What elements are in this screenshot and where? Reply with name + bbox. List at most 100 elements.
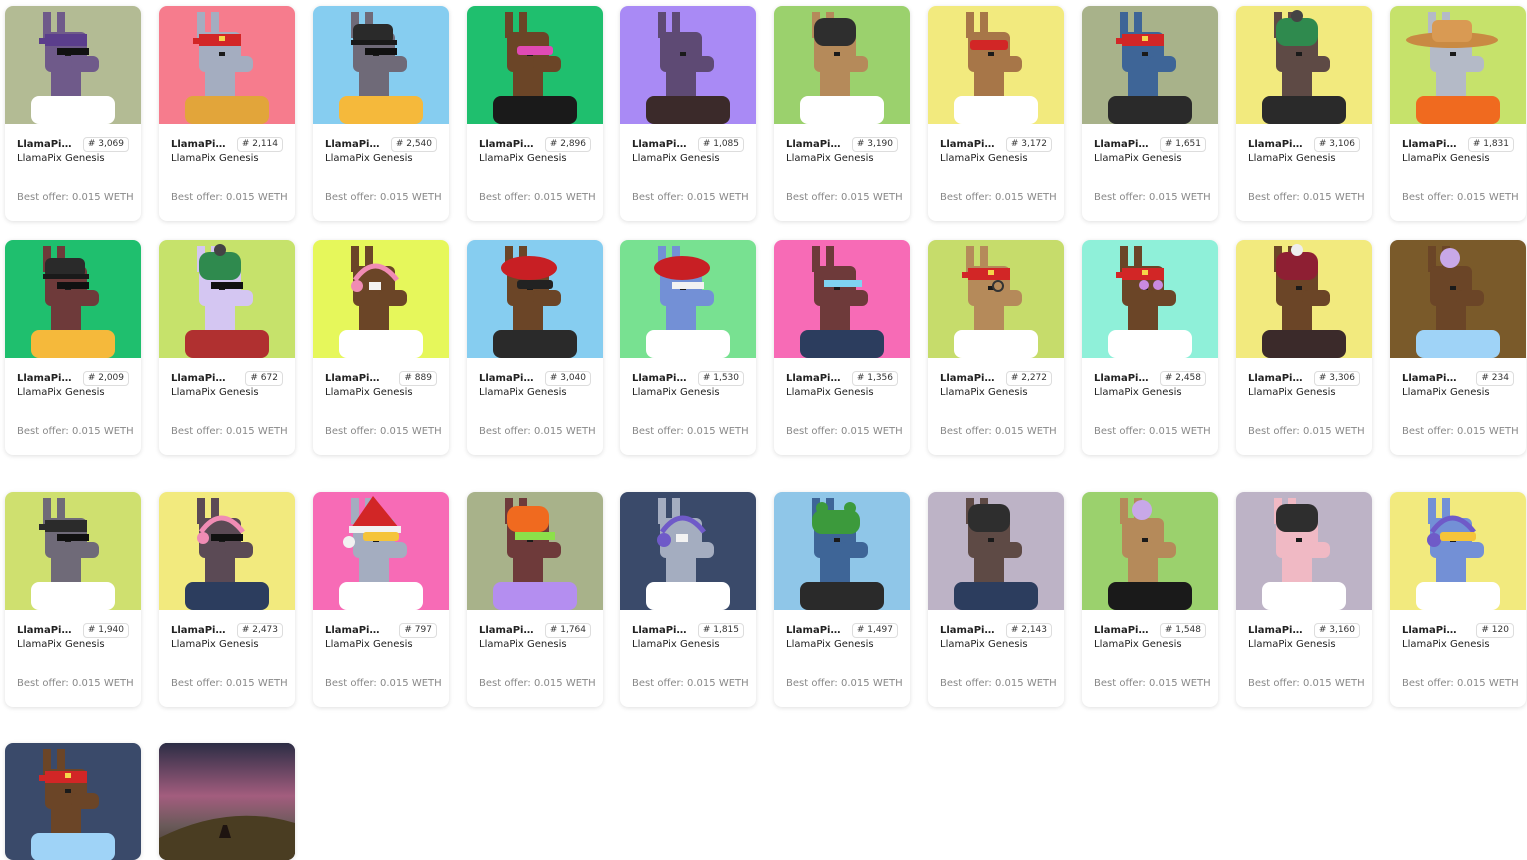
nft-card[interactable]: LlamaPix #1085 # 1,085 LlamaPix Genesis …: [620, 6, 756, 221]
nft-image[interactable]: [774, 492, 910, 610]
best-offer-value: 0.015: [225, 192, 255, 203]
nft-image[interactable]: [5, 6, 141, 124]
nft-image[interactable]: [1236, 492, 1372, 610]
nft-info: LlamaPix #3106 # 3,106 LlamaPix Genesis …: [1236, 136, 1372, 203]
nft-image[interactable]: [467, 240, 603, 358]
nft-image[interactable]: [620, 6, 756, 124]
nft-card[interactable]: LlamaPix #3160 # 3,160 LlamaPix Genesis …: [1236, 492, 1372, 707]
nft-card[interactable]: LlamaPix #2272 # 2,272 LlamaPix Genesis …: [928, 240, 1064, 455]
nft-card[interactable]: LlamaPix #1497 # 1,497 LlamaPix Genesis …: [774, 492, 910, 707]
nft-card[interactable]: LlamaPix #1651 # 1,651 LlamaPix Genesis …: [1082, 6, 1218, 221]
nft-card[interactable]: LlamaPix #1356 # 1,356 LlamaPix Genesis …: [774, 240, 910, 455]
nft-image[interactable]: [5, 492, 141, 610]
nft-name: LlamaPix #2114: [171, 138, 229, 150]
llama-artwork: [185, 12, 269, 124]
nft-card[interactable]: LlamaPix #2540 # 2,540 LlamaPix Genesis …: [313, 6, 449, 221]
nft-name: LlamaPix #2540: [325, 138, 383, 150]
best-offer-value: 0.015: [71, 192, 101, 203]
nft-image[interactable]: [1236, 6, 1372, 124]
nft-card[interactable]: LlamaPix #2114 # 2,114 LlamaPix Genesis …: [159, 6, 295, 221]
nft-image[interactable]: [313, 492, 449, 610]
nft-image[interactable]: [1390, 240, 1526, 358]
nft-card[interactable]: LlamaPix #2896 # 2,896 LlamaPix Genesis …: [467, 6, 603, 221]
nft-info: LlamaPix #1651 # 1,651 LlamaPix Genesis …: [1082, 136, 1218, 203]
nft-card[interactable]: LlamaPix #3040 # 3,040 LlamaPix Genesis …: [467, 240, 603, 455]
nft-image[interactable]: [159, 743, 295, 860]
best-offer-value: 0.015: [994, 678, 1024, 689]
nft-card[interactable]: LlamaPix #1831 # 1,831 LlamaPix Genesis …: [1390, 6, 1526, 221]
nft-card[interactable]: LlamaPix #672 # 672 LlamaPix Genesis Bes…: [159, 240, 295, 455]
currency: WETH: [1334, 678, 1365, 689]
nft-image[interactable]: [467, 492, 603, 610]
best-offer: Best offer: 0.015 WETH: [786, 426, 903, 437]
nft-image[interactable]: [1390, 6, 1526, 124]
nft-name: LlamaPix #2473: [171, 624, 229, 636]
nft-image[interactable]: [774, 240, 910, 358]
nft-image[interactable]: [1236, 240, 1372, 358]
nft-name: LlamaPix #3106: [1248, 138, 1306, 150]
best-offer: Best offer: 0.015 WETH: [940, 678, 1057, 689]
nft-image[interactable]: [159, 492, 295, 610]
nft-image[interactable]: [313, 240, 449, 358]
nft-card[interactable]: LlamaPix #1940 # 1,940 LlamaPix Genesis …: [5, 492, 141, 707]
nft-card[interactable]: LlamaPix #3172 # 3,172 LlamaPix Genesis …: [928, 6, 1064, 221]
nft-card[interactable]: LlamaPix #2458 # 2,458 LlamaPix Genesis …: [1082, 240, 1218, 455]
nft-card[interactable]: LlamaPix #1815 # 1,815 LlamaPix Genesis …: [620, 492, 756, 707]
nft-image[interactable]: [928, 240, 1064, 358]
nft-card[interactable]: LlamaPix #2009 # 2,009 LlamaPix Genesis …: [5, 240, 141, 455]
nft-image[interactable]: [774, 6, 910, 124]
token-number-badge: # 672: [245, 370, 283, 386]
nft-name: LlamaPix #2458: [1094, 372, 1152, 384]
llama-artwork: [954, 246, 1038, 358]
nft-image[interactable]: [1390, 492, 1526, 610]
nft-name: LlamaPix #1764: [479, 624, 537, 636]
nft-card[interactable]: LlamaPix #234 # 234 LlamaPix Genesis Bes…: [1390, 240, 1526, 455]
nft-card[interactable]: LlamaPix #1548 # 1,548 LlamaPix Genesis …: [1082, 492, 1218, 707]
nft-image[interactable]: [620, 240, 756, 358]
token-number-badge: # 2,009: [82, 370, 129, 386]
nft-card[interactable]: LlamaPix #797 # 797 LlamaPix Genesis Bes…: [313, 492, 449, 707]
nft-image[interactable]: [928, 6, 1064, 124]
nft-image[interactable]: [1082, 240, 1218, 358]
nft-card[interactable]: LlamaPix #2143 # 2,143 LlamaPix Genesis …: [928, 492, 1064, 707]
nft-image[interactable]: [620, 492, 756, 610]
nft-card[interactable]: LlamaPix #120 # 120 LlamaPix Genesis Bes…: [1390, 492, 1526, 707]
nft-image[interactable]: [159, 240, 295, 358]
best-offer: Best offer: 0.015 WETH: [1094, 426, 1211, 437]
nft-card[interactable]: LlamaPix #1530 # 1,530 LlamaPix Genesis …: [620, 240, 756, 455]
nft-name: LlamaPix #672: [171, 372, 229, 384]
currency: WETH: [103, 192, 134, 203]
best-offer-label: Best offer:: [171, 426, 223, 437]
nft-card[interactable]: LlamaPix #889 # 889 LlamaPix Genesis Bes…: [313, 240, 449, 455]
nft-card[interactable]: LlamaPix #3069 # 3,069 LlamaPix Genesis …: [5, 6, 141, 221]
token-number-badge: # 797: [399, 622, 437, 638]
nft-image[interactable]: [928, 492, 1064, 610]
token-number-badge: # 1,815: [697, 622, 744, 638]
nft-image[interactable]: [313, 6, 449, 124]
nft-card[interactable]: LlamaPix #3106 # 3,106 LlamaPix Genesis …: [1236, 6, 1372, 221]
nft-card[interactable]: Best offer: WETH: [5, 743, 141, 860]
nft-grid: LlamaPix #3069 # 3,069 LlamaPix Genesis …: [0, 0, 1527, 860]
nft-image[interactable]: [467, 6, 603, 124]
nft-image[interactable]: [1082, 6, 1218, 124]
nft-info: LlamaPix #1764 # 1,764 LlamaPix Genesis …: [467, 622, 603, 689]
nft-image[interactable]: [5, 743, 141, 860]
nft-info: LlamaPix #3306 # 3,306 LlamaPix Genesis …: [1236, 370, 1372, 437]
nft-image[interactable]: [1082, 492, 1218, 610]
collection-name: LlamaPix Genesis: [171, 387, 259, 398]
nft-image[interactable]: [5, 240, 141, 358]
nft-card[interactable]: LlamaPix #3190 # 3,190 LlamaPix Genesis …: [774, 6, 910, 221]
nft-info: LlamaPix #3069 # 3,069 LlamaPix Genesis …: [5, 136, 141, 203]
collection-name: LlamaPix Genesis: [1248, 639, 1336, 650]
nft-card[interactable]: Best offer: WETH: [159, 743, 295, 860]
nft-name: LlamaPix #3190: [786, 138, 844, 150]
nft-name: LlamaPix #1548: [1094, 624, 1152, 636]
nft-card[interactable]: LlamaPix #2473 # 2,473 LlamaPix Genesis …: [159, 492, 295, 707]
nft-name: LlamaPix #2272: [940, 372, 998, 384]
nft-card[interactable]: LlamaPix #3306 # 3,306 LlamaPix Genesis …: [1236, 240, 1372, 455]
nft-card[interactable]: LlamaPix #1764 # 1,764 LlamaPix Genesis …: [467, 492, 603, 707]
nft-image[interactable]: [159, 6, 295, 124]
llama-artwork: [646, 498, 730, 610]
collection-name: LlamaPix Genesis: [171, 153, 259, 164]
best-offer-label: Best offer:: [325, 678, 377, 689]
